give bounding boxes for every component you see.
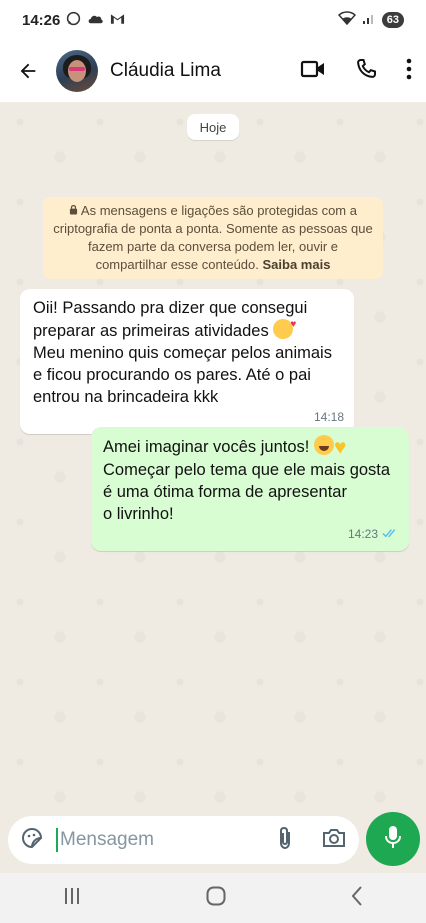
learn-more-link[interactable]: Saiba mais [263,257,331,272]
message-line: Começar pelo tema que ele mais gosta [103,461,391,479]
battery-icon: 63 [381,12,404,28]
gmail-icon [110,12,125,29]
message-line: preparar as primeiras atividades [33,322,269,340]
read-ticks-icon [382,523,399,545]
message-line: entrou na brincadeira kkk [33,388,219,406]
message-input[interactable]: Mensagem [56,828,277,852]
encryption-notice[interactable]: As mensagens e ligações são protegidas c… [43,197,383,279]
whatsapp-icon [66,11,81,30]
video-call-icon[interactable] [300,58,326,85]
yellow-heart-icon: ♥ [333,436,347,459]
incoming-message[interactable]: Oii! Passando pra dizer que consegui pre… [20,289,354,434]
cloud-icon [87,12,104,29]
status-left: 14:26 [22,11,125,30]
chat-header: Cláudia Lima [0,40,426,102]
status-right: 63 [337,11,404,29]
lock-icon [69,203,81,218]
message-line: e ficou procurando os pares. Até o pai [33,366,311,384]
mic-button[interactable] [366,812,420,866]
mic-icon [383,824,403,855]
phone-icon[interactable] [354,57,378,86]
home-icon[interactable] [205,885,227,912]
outgoing-message[interactable]: Amei imaginar vocês juntos! ♥ Começar pe… [91,427,409,551]
attach-icon[interactable] [277,825,293,856]
message-line: o livrinho! [103,505,174,523]
signal-icon [362,11,376,29]
wifi-icon [337,11,356,29]
date-chip: Hoje [187,114,239,140]
status-time: 14:26 [22,11,61,29]
message-placeholder: Mensagem [60,829,154,850]
status-bar: 14:26 63 [0,0,426,40]
contact-name[interactable]: Cláudia Lima [110,60,300,82]
header-actions [300,57,412,86]
message-line: Meu menino quis começar pelos animais [33,344,332,362]
message-line-with-emoji: preparar as primeiras atividades [33,314,342,342]
message-time: 14:18 [314,406,344,428]
camera-icon[interactable] [321,827,347,854]
message-composer: Mensagem [8,816,359,864]
system-navigation-bar [0,873,426,923]
chat-area[interactable]: Hoje As mensagens e ligações são protegi… [0,102,426,810]
smiling-face-with-hearts-icon [273,314,296,339]
message-time-text: 14:23 [347,527,378,541]
message-line-with-emoji: Amei imaginar vocês juntos! ♥ [103,435,397,459]
avatar[interactable] [56,50,98,92]
message-time-text: 14:18 [313,410,344,424]
tears-of-joy-icon [313,435,334,455]
text-caret [56,828,58,852]
back-arrow-icon[interactable] [14,57,42,85]
message-time: 14:23 [348,523,399,545]
message-line: é uma ótima forma de apresentar [103,483,347,501]
sticker-icon[interactable] [20,826,44,855]
message-line: Amei imaginar vocês juntos! [103,438,310,456]
recents-icon[interactable] [62,886,82,911]
back-icon[interactable] [350,885,364,912]
more-vert-icon[interactable] [406,58,412,85]
composer-actions [277,825,347,856]
